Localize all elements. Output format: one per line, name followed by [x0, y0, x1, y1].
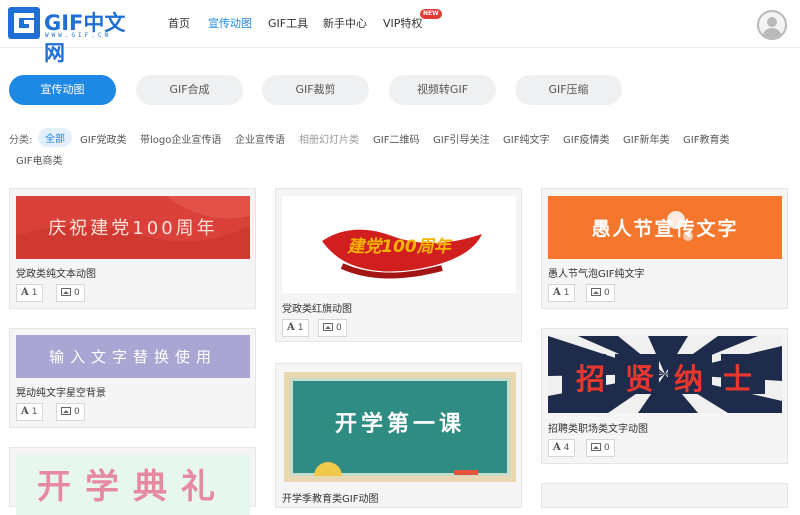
card-title[interactable]: 党政类红旗动图: [282, 300, 352, 315]
gif-card[interactable]: [541, 483, 788, 508]
tool-tabs: 宣传动图 GIF合成 GIF裁剪 视频转GIF GIF压缩: [0, 75, 800, 105]
card-thumbnail[interactable]: 招贤纳士: [548, 336, 782, 413]
font-count: 1: [31, 288, 38, 298]
font-count-badge: A1: [282, 319, 309, 337]
gif-card[interactable]: 庆祝建党100周年 党政类纯文本动图 A1 0: [9, 188, 256, 309]
card-title[interactable]: 晃动纯文字星空背景: [16, 384, 106, 399]
thumb-text: 建党100周年: [347, 237, 451, 257]
gif-card[interactable]: 输入文字替换使用 晃动纯文字星空背景 A1 0: [9, 328, 256, 428]
thumb-text: 招贤纳士: [575, 362, 772, 396]
thumb-text: 庆祝建党100周年: [48, 218, 218, 239]
card-thumbnail[interactable]: 愚人节宣传文字: [548, 196, 782, 259]
tab-gif-compress[interactable]: GIF压缩: [515, 75, 622, 105]
card-title[interactable]: 愚人节气泡GIF纯文字: [548, 265, 644, 280]
category-ecommerce[interactable]: GIF电商类: [16, 152, 62, 167]
font-a-icon: A: [553, 442, 561, 453]
image-icon: [61, 288, 71, 296]
category-education[interactable]: GIF教育类: [683, 131, 729, 146]
category-slideshow[interactable]: 相册幻灯片类: [299, 131, 359, 146]
image-count-badge: 0: [586, 439, 615, 457]
category-label: 分类:: [9, 135, 33, 146]
user-avatar-icon[interactable]: [757, 10, 787, 40]
font-count: 1: [31, 407, 38, 417]
category-new-year[interactable]: GIF新年类: [623, 131, 669, 146]
image-count: 0: [604, 443, 610, 453]
card-title[interactable]: 党政类纯文本动图: [16, 265, 96, 280]
font-count-badge: A1: [16, 284, 43, 302]
category-epidemic[interactable]: GIF疫情类: [563, 131, 609, 146]
thumb-text: 输入文字替换使用: [48, 348, 217, 366]
gif-card[interactable]: 建党100周年 党政类红旗动图 A1 0: [275, 188, 522, 342]
font-a-icon: A: [21, 406, 29, 417]
font-count-badge: A1: [548, 284, 575, 302]
card-thumbnail[interactable]: 建党100周年: [282, 196, 516, 293]
font-count: 4: [563, 443, 570, 453]
category-follow-guide[interactable]: GIF引导关注: [433, 131, 489, 146]
logo-mark-icon: [8, 7, 40, 39]
nav-vip[interactable]: VIP特权: [383, 15, 422, 31]
image-count: 0: [336, 323, 342, 333]
nav-promo-gifs[interactable]: 宣传动图: [208, 15, 252, 31]
thumb-text: 愚人节宣传文字: [591, 218, 739, 240]
card-thumbnail[interactable]: 输入文字替换使用: [16, 335, 250, 378]
image-icon: [591, 288, 601, 296]
nav-home[interactable]: 首页: [168, 15, 190, 31]
nav-beginner-center[interactable]: 新手中心: [323, 15, 367, 31]
category-party[interactable]: GIF党政类: [80, 131, 126, 146]
tab-gif-compose[interactable]: GIF合成: [136, 75, 243, 105]
image-icon: [61, 407, 71, 415]
tab-gif-crop[interactable]: GIF裁剪: [262, 75, 369, 105]
image-count-badge: 0: [56, 403, 85, 421]
category-logo-slogan[interactable]: 带logo企业宣传语: [140, 131, 221, 146]
image-icon: [323, 323, 333, 331]
gif-card[interactable]: 愚人节宣传文字 愚人节气泡GIF纯文字 A1 0: [541, 188, 788, 309]
gif-card[interactable]: 开学第一课 开学季教育类GIF动图: [275, 363, 522, 508]
image-count-badge: 0: [318, 319, 347, 337]
font-count-badge: A4: [548, 439, 575, 457]
category-corporate-slogan[interactable]: 企业宣传语: [235, 131, 285, 146]
font-count: 1: [297, 323, 304, 333]
top-header: GIF中文网 WWW.GIF.CN 首页 宣传动图 GIF工具 新手中心 VIP…: [0, 0, 800, 65]
site-logo[interactable]: GIF中文网 WWW.GIF.CN: [8, 7, 138, 65]
font-count-badge: A1: [16, 403, 43, 421]
card-thumbnail[interactable]: 开学典礼: [16, 455, 250, 515]
card-title[interactable]: 招聘类职场类文字动图: [548, 420, 648, 435]
gif-card[interactable]: 开学典礼: [9, 447, 256, 515]
image-icon: [591, 443, 601, 451]
image-count-badge: 0: [56, 284, 85, 302]
card-thumbnail[interactable]: 开学第一课: [284, 372, 516, 482]
image-count-badge: 0: [586, 284, 615, 302]
tab-promo-gifs[interactable]: 宣传动图: [9, 75, 116, 105]
image-count: 0: [74, 288, 80, 298]
tab-video-to-gif[interactable]: 视频转GIF: [389, 75, 496, 105]
image-count: 0: [74, 407, 80, 417]
thumb-text: 开学典礼: [37, 467, 229, 507]
ruler-decoration: [314, 462, 478, 476]
card-thumbnail[interactable]: 庆祝建党100周年: [16, 196, 250, 259]
font-count: 1: [563, 288, 570, 298]
image-count: 0: [604, 288, 610, 298]
font-a-icon: A: [553, 287, 561, 298]
nav-gif-tools[interactable]: GIF工具: [268, 15, 308, 31]
gif-card[interactable]: 招贤纳士 招聘类职场类文字动图 A4 0: [541, 328, 788, 464]
logo-subtext: WWW.GIF.CN: [45, 32, 112, 39]
category-all[interactable]: 全部: [38, 128, 72, 147]
category-pure-text[interactable]: GIF纯文字: [503, 131, 549, 146]
new-badge: NEW: [420, 9, 442, 19]
font-a-icon: A: [287, 322, 295, 333]
category-qrcode[interactable]: GIF二维码: [373, 131, 419, 146]
font-a-icon: A: [21, 287, 29, 298]
